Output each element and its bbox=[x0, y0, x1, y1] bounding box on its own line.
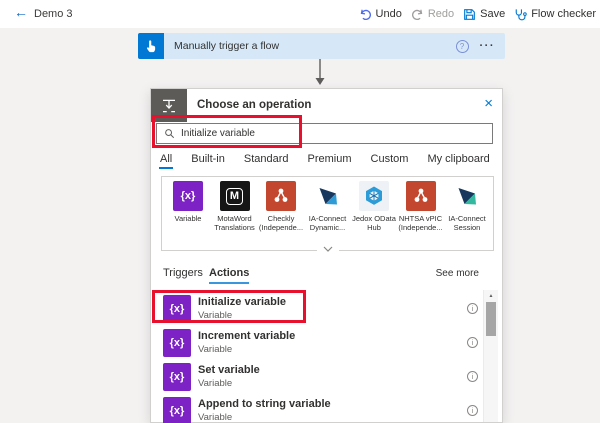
tab-standard[interactable]: Standard bbox=[244, 153, 289, 165]
save-icon bbox=[464, 8, 476, 20]
connector-label: Jedox OData bbox=[352, 214, 396, 223]
redo-button[interactable]: Redo bbox=[411, 8, 454, 21]
flow-checker-icon bbox=[515, 8, 527, 20]
info-icon[interactable]: i bbox=[467, 303, 478, 314]
connector-label: MotaWord bbox=[217, 214, 252, 223]
action-subtitle: Variable bbox=[198, 378, 233, 389]
info-icon[interactable]: i bbox=[467, 337, 478, 348]
scrollbar-up-icon[interactable]: ▲ bbox=[484, 290, 498, 302]
connector-jedox[interactable]: Jedox OData Hub bbox=[351, 181, 397, 232]
action-row-increment-variable[interactable]: {x} Increment variable Variable i bbox=[151, 327, 482, 359]
tap-hand-icon bbox=[146, 40, 156, 53]
dialog-title: Choose an operation bbox=[197, 99, 312, 111]
action-subtitle: Variable bbox=[198, 344, 233, 355]
help-icon[interactable]: ? bbox=[455, 39, 469, 53]
connector-label: Variable bbox=[174, 214, 202, 223]
trigger-card[interactable]: Manually trigger a flow ? ··· bbox=[138, 33, 505, 59]
tab-actions[interactable]: Actions bbox=[209, 267, 250, 284]
redo-icon bbox=[411, 9, 423, 20]
people-molecule-icon bbox=[266, 181, 296, 211]
manual-trigger-icon bbox=[138, 33, 164, 59]
ellipsis-menu-icon[interactable]: ··· bbox=[480, 40, 496, 52]
connector-ia-connect-session[interactable]: IA-Connect Session bbox=[444, 181, 490, 232]
info-icon[interactable]: i bbox=[467, 371, 478, 382]
info-icon[interactable]: i bbox=[467, 405, 478, 416]
action-subtitle: Variable bbox=[198, 412, 233, 423]
connector-motaword[interactable]: M MotaWord Translations bbox=[212, 181, 258, 232]
scrollbar-thumb[interactable] bbox=[486, 302, 496, 336]
search-icon bbox=[165, 129, 175, 139]
connector-label: Checkly bbox=[267, 214, 295, 223]
flow-connector-arrow bbox=[315, 59, 325, 85]
tab-premium[interactable]: Premium bbox=[308, 153, 352, 165]
flow-checker-label: Flow checker bbox=[531, 8, 596, 20]
operation-search-box bbox=[156, 123, 493, 144]
connector-nhtsa-vpic[interactable]: NHTSA vPIC (Independe... bbox=[398, 181, 444, 232]
power-automate-designer: ← Demo 3 Undo Redo Save Flow checker Man… bbox=[0, 0, 600, 423]
top-bar: ← Demo 3 Undo Redo Save Flow checker bbox=[0, 0, 600, 28]
variable-icon: {x} bbox=[163, 329, 191, 357]
toolbar-actions: Undo Redo Save Flow checker bbox=[359, 0, 596, 28]
action-title: Increment variable bbox=[198, 330, 296, 342]
variable-icon: {x} bbox=[173, 181, 203, 211]
search-input[interactable] bbox=[181, 128, 492, 139]
connector-ia-connect-dynamic[interactable]: IA-Connect Dynamic... bbox=[305, 181, 351, 232]
back-icon[interactable]: ← bbox=[14, 4, 28, 20]
undo-button[interactable]: Undo bbox=[359, 8, 402, 21]
close-icon[interactable]: × bbox=[484, 96, 493, 111]
connector-label: IA-Connect bbox=[448, 214, 486, 223]
connector-checkly[interactable]: Checkly (Independe... bbox=[258, 181, 304, 232]
see-more-link[interactable]: See more bbox=[436, 268, 479, 279]
connector-variable[interactable]: {x} Variable bbox=[165, 181, 211, 232]
list-scrollbar[interactable]: ▲ bbox=[483, 290, 498, 422]
tab-built-in[interactable]: Built-in bbox=[191, 153, 225, 165]
variable-icon: {x} bbox=[163, 295, 191, 323]
ia-connect-icon bbox=[452, 181, 482, 211]
action-title: Initialize variable bbox=[198, 296, 287, 308]
people-molecule-icon bbox=[405, 181, 436, 211]
connector-label: NHTSA vPIC bbox=[398, 214, 443, 223]
chevron-down-icon[interactable] bbox=[316, 245, 339, 252]
save-button[interactable]: Save bbox=[463, 8, 505, 21]
trigger-card-title: Manually trigger a flow bbox=[174, 40, 280, 52]
tab-all[interactable]: All bbox=[158, 153, 174, 169]
connector-label: IA-Connect bbox=[308, 214, 347, 223]
save-label: Save bbox=[480, 8, 506, 20]
trigger-card-controls: ? ··· bbox=[455, 39, 496, 53]
variable-icon: {x} bbox=[163, 363, 191, 391]
operation-dialog-icon bbox=[151, 89, 187, 122]
action-title: Set variable bbox=[198, 364, 260, 376]
variable-icon: {x} bbox=[163, 397, 191, 423]
action-title: Append to string variable bbox=[198, 398, 331, 410]
action-subtitle: Variable bbox=[198, 310, 233, 321]
undo-icon bbox=[360, 9, 371, 20]
action-row-append-to-string-variable[interactable]: {x} Append to string variable Variable i bbox=[151, 395, 482, 423]
tab-custom[interactable]: Custom bbox=[371, 153, 409, 165]
redo-label: Redo bbox=[427, 8, 455, 20]
insert-step-icon bbox=[163, 99, 175, 112]
flow-title: Demo 3 bbox=[34, 8, 73, 20]
flow-checker-button[interactable]: Flow checker bbox=[514, 8, 596, 21]
choose-operation-dialog: Choose an operation × All Built-in Stand… bbox=[150, 88, 503, 423]
hexagon-cube-icon bbox=[359, 181, 389, 211]
tab-triggers[interactable]: Triggers bbox=[163, 267, 203, 279]
motaword-icon: M bbox=[219, 181, 250, 211]
connector-strip: {x} Variable M MotaWord Translations Che… bbox=[161, 176, 494, 252]
category-tabs: All Built-in Standard Premium Custom My … bbox=[158, 153, 490, 169]
action-row-initialize-variable[interactable]: {x} Initialize variable Variable i bbox=[151, 293, 482, 325]
ia-connect-icon bbox=[313, 181, 343, 211]
undo-label: Undo bbox=[375, 8, 402, 20]
tab-my-clipboard[interactable]: My clipboard bbox=[427, 153, 489, 165]
action-row-set-variable[interactable]: {x} Set variable Variable i bbox=[151, 361, 482, 393]
